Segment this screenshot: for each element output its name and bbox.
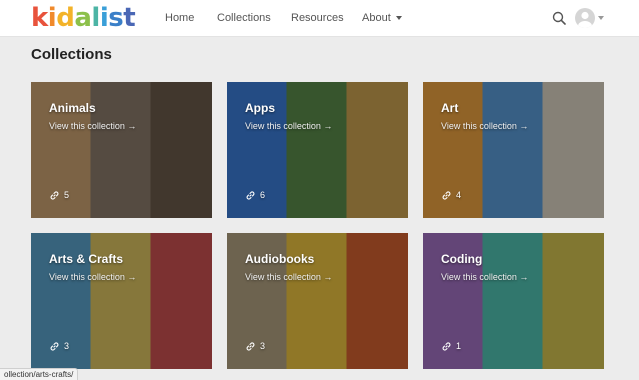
view-collection-link[interactable]: View this collection →: [245, 272, 332, 283]
collection-link-count: 3: [245, 341, 265, 352]
collection-link-count: 6: [245, 190, 265, 201]
nav-item-collections[interactable]: Collections: [217, 11, 271, 25]
link-icon: [246, 191, 255, 200]
link-icon: [442, 342, 451, 351]
collection-card-apps[interactable]: Apps View this collection → 6: [227, 82, 408, 218]
top-navigation-bar: kidalist Home Collections Resources Abou…: [0, 0, 639, 37]
collection-card-title: Apps: [245, 101, 275, 115]
logo-letter: s: [108, 3, 124, 33]
collection-link-count: 1: [441, 341, 461, 352]
chevron-down-icon: [395, 16, 402, 21]
link-icon: [442, 191, 451, 200]
avatar-chevron-down-icon[interactable]: [598, 16, 604, 20]
logo-letter: d: [56, 3, 75, 33]
collection-link-count: 3: [49, 341, 69, 352]
collection-card-coding[interactable]: Coding View this collection → 1: [423, 233, 604, 369]
logo-letter: i: [99, 3, 109, 33]
logo-letter: a: [74, 3, 92, 33]
view-collection-link[interactable]: View this collection →: [245, 121, 332, 132]
collection-card-animals[interactable]: Animals View this collection → 5: [31, 82, 212, 218]
nav-about-label: About: [362, 12, 391, 24]
kidalist-logo[interactable]: kidalist: [31, 2, 136, 34]
search-icon[interactable]: [552, 11, 566, 25]
user-avatar[interactable]: [575, 8, 595, 28]
nav-item-about[interactable]: About: [362, 11, 402, 25]
logo-letter: l: [91, 3, 100, 33]
collection-card-audiobooks[interactable]: Audiobooks View this collection → 3: [227, 233, 408, 369]
collection-count-value: 6: [260, 190, 266, 200]
logo-letter: t: [123, 3, 136, 33]
nav-item-resources[interactable]: Resources: [291, 11, 344, 25]
logo-letter: i: [47, 3, 57, 33]
collection-count-value: 4: [456, 190, 462, 200]
collection-card-art[interactable]: Art View this collection → 4: [423, 82, 604, 218]
link-icon: [50, 191, 59, 200]
collection-card-title: Animals: [49, 101, 96, 115]
view-collection-link[interactable]: View this collection →: [441, 121, 528, 132]
nav-resources-label: Resources: [291, 12, 344, 24]
collection-count-value: 3: [260, 341, 266, 351]
view-collection-link[interactable]: View this collection →: [49, 272, 136, 283]
collection-count-value: 3: [64, 341, 70, 351]
collection-card-arts-crafts[interactable]: Arts & Crafts View this collection → 3: [31, 233, 212, 369]
collection-count-value: 5: [64, 190, 70, 200]
collection-card-title: Arts & Crafts: [49, 252, 124, 266]
avatar-silhouette-icon: [578, 11, 592, 28]
collection-card-title: Audiobooks: [245, 252, 315, 266]
nav-item-home[interactable]: Home: [165, 11, 194, 25]
page-title: Collections: [31, 46, 112, 63]
view-collection-link[interactable]: View this collection →: [49, 121, 136, 132]
nav-collections-label: Collections: [217, 12, 271, 24]
browser-status-url: ollection/arts-crafts/: [0, 368, 79, 380]
link-icon: [50, 342, 59, 351]
collection-card-title: Coding: [441, 252, 483, 266]
view-collection-link[interactable]: View this collection →: [441, 272, 528, 283]
collection-link-count: 4: [441, 190, 461, 201]
nav-home-label: Home: [165, 12, 195, 24]
logo-letter: k: [31, 3, 48, 33]
collection-link-count: 5: [49, 190, 69, 201]
link-icon: [246, 342, 255, 351]
collection-card-title: Art: [441, 101, 459, 115]
collection-count-value: 1: [456, 341, 462, 351]
